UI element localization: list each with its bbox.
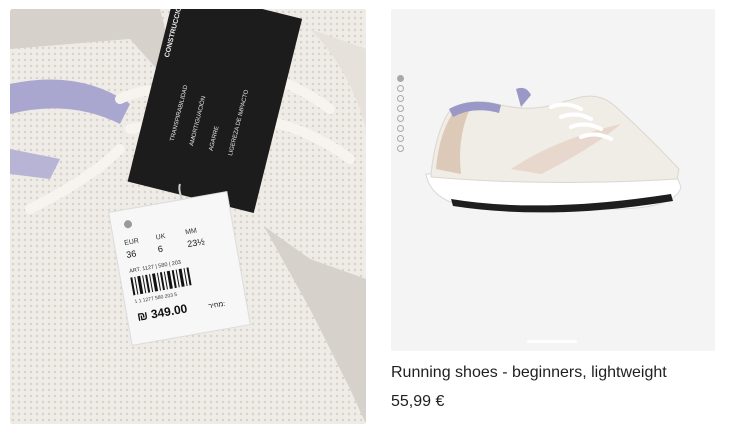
product-price: 55,99 € <box>391 393 445 410</box>
tag-size-eur: 36 <box>125 248 137 260</box>
gallery-pagination[interactable] <box>397 75 404 152</box>
product-image-gallery[interactable] <box>391 9 715 351</box>
gallery-dot[interactable] <box>397 75 404 82</box>
gallery-dot[interactable] <box>397 95 404 102</box>
gallery-dot[interactable] <box>397 125 404 132</box>
gallery-dot[interactable] <box>397 115 404 122</box>
gallery-dot[interactable] <box>397 145 404 152</box>
gallery-dot[interactable] <box>397 105 404 112</box>
gallery-dot[interactable] <box>397 85 404 92</box>
product-title[interactable]: Running shoes - beginners, lightweight <box>391 364 667 382</box>
carousel-scroll-indicator <box>527 340 577 343</box>
shoe-product-image <box>425 87 682 213</box>
gallery-dot[interactable] <box>397 135 404 142</box>
store-photo: CONSTRUCCIÓN FLEXIBLE TRANSPIRABILIDAD A… <box>10 9 366 424</box>
